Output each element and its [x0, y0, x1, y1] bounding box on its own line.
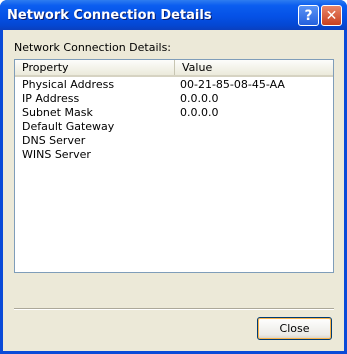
list-item[interactable]: WINS Server: [15, 148, 333, 162]
column-header-property[interactable]: Property: [15, 60, 175, 75]
list-header: Property Value: [15, 60, 333, 77]
window-title: Network Connection Details: [7, 8, 212, 23]
list-item[interactable]: DNS Server: [15, 134, 333, 148]
title-bar[interactable]: Network Connection Details ? ✕: [0, 0, 347, 30]
value-cell: 00-21-85-08-45-AA: [180, 78, 285, 91]
close-icon: ✕: [325, 7, 338, 24]
details-list[interactable]: Property Value Physical Address 00-21-85…: [14, 59, 334, 273]
list-item[interactable]: Subnet Mask 0.0.0.0: [15, 106, 333, 120]
help-icon: ?: [304, 7, 313, 24]
property-cell: Default Gateway: [22, 120, 115, 133]
close-button[interactable]: Close: [257, 317, 332, 340]
dialog-body: Network Connection Details: Property Val…: [3, 30, 344, 351]
title-close-button[interactable]: ✕: [321, 5, 342, 26]
help-button[interactable]: ?: [298, 5, 319, 26]
dialog-window: Network Connection Details ? ✕ Network C…: [0, 0, 347, 354]
value-cell: 0.0.0.0: [180, 106, 219, 119]
list-item[interactable]: Default Gateway: [15, 120, 333, 134]
property-cell: Subnet Mask: [22, 106, 93, 119]
list-rows: Physical Address 00-21-85-08-45-AA IP Ad…: [15, 78, 333, 162]
value-cell: 0.0.0.0: [180, 92, 219, 105]
property-cell: IP Address: [22, 92, 80, 105]
list-item[interactable]: IP Address 0.0.0.0: [15, 92, 333, 106]
property-cell: Physical Address: [22, 78, 115, 91]
separator-line: [14, 308, 334, 310]
property-cell: WINS Server: [22, 148, 91, 161]
property-cell: DNS Server: [22, 134, 86, 147]
list-item[interactable]: Physical Address 00-21-85-08-45-AA: [15, 78, 333, 92]
details-caption: Network Connection Details:: [14, 41, 172, 54]
column-header-value[interactable]: Value: [175, 60, 333, 75]
